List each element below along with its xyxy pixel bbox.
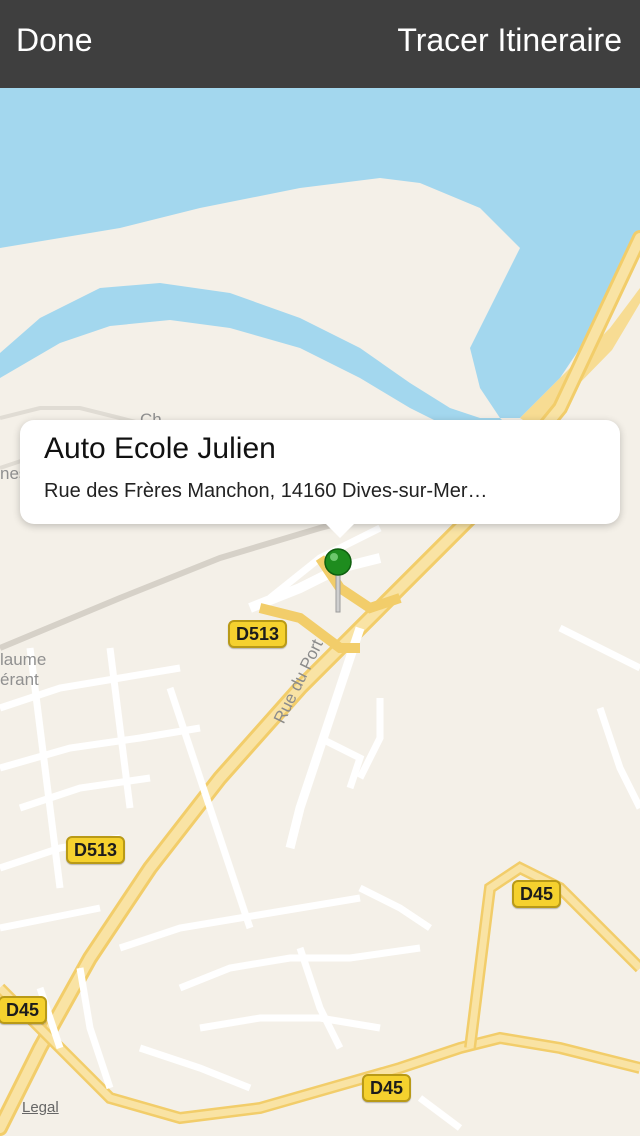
location-callout[interactable]: Auto Ecole Julien Rue des Frères Manchon…: [20, 420, 620, 538]
map-view[interactable]: D513 D513 D45 D45 D45 Rue du Port laume …: [0, 88, 640, 1136]
map-canvas[interactable]: [0, 88, 640, 1136]
d45-shield: D45: [0, 996, 48, 1024]
callout-address: Rue des Frères Manchon, 14160 Dives-sur-…: [44, 480, 488, 502]
navigation-bar: Done Tracer Itineraire: [0, 0, 640, 88]
callout-tail: [324, 522, 356, 538]
d45-shield: D45: [512, 880, 562, 908]
d513-shield: D513: [228, 620, 288, 648]
place-label: érant: [0, 670, 39, 689]
place-label: laume: [0, 650, 47, 669]
route-button[interactable]: Tracer Itineraire: [397, 22, 622, 59]
done-button[interactable]: Done: [16, 22, 93, 59]
callout-title: Auto Ecole Julien: [44, 432, 276, 465]
map-pin-icon[interactable]: [322, 546, 354, 616]
legal-link[interactable]: Legal: [22, 1099, 59, 1116]
d513-shield: D513: [66, 836, 126, 864]
d45-shield: D45: [362, 1074, 412, 1102]
